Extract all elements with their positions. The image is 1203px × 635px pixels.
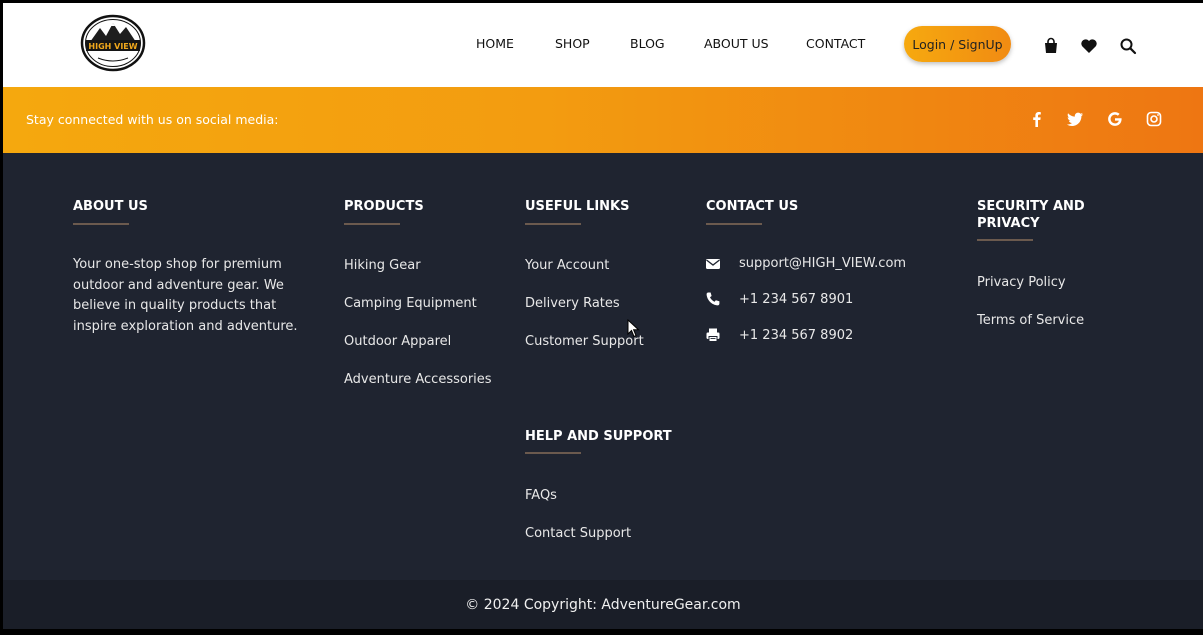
site-logo[interactable]: HIGH VIEW xyxy=(80,14,146,72)
contact-email[interactable]: support@HIGH_VIEW.com xyxy=(739,256,906,271)
security-privacy-underline xyxy=(977,239,1033,241)
link-terms-of-service[interactable]: Terms of Service xyxy=(977,313,1084,328)
products-title: PRODUCTS xyxy=(344,199,424,214)
shopping-bag-icon[interactable] xyxy=(1042,37,1060,55)
mouse-cursor-icon xyxy=(627,318,641,339)
site-header: HIGH VIEW HOME SHOP BLOG ABOUT US CONTAC… xyxy=(3,3,1203,87)
help-support-title: HELP AND SUPPORT xyxy=(525,429,672,444)
link-hiking-gear[interactable]: Hiking Gear xyxy=(344,258,421,273)
social-media-text: Stay connected with us on social media: xyxy=(26,112,279,127)
login-signup-button[interactable]: Login / SignUp xyxy=(904,26,1011,62)
copyright-text: © 2024 Copyright: AdventureGear.com xyxy=(465,597,741,613)
link-camping-equipment[interactable]: Camping Equipment xyxy=(344,296,477,311)
help-support-underline xyxy=(525,452,581,454)
link-faqs[interactable]: FAQs xyxy=(525,488,557,503)
about-us-underline xyxy=(73,223,129,225)
search-icon[interactable] xyxy=(1119,37,1137,55)
twitter-icon[interactable] xyxy=(1066,110,1084,128)
products-underline xyxy=(344,223,400,225)
svg-text:HIGH VIEW: HIGH VIEW xyxy=(88,42,137,51)
link-privacy-policy[interactable]: Privacy Policy xyxy=(977,275,1066,290)
envelope-icon xyxy=(705,256,721,272)
link-adventure-accessories[interactable]: Adventure Accessories xyxy=(344,372,492,387)
about-us-text: Your one-stop shop for premium outdoor a… xyxy=(73,257,298,334)
security-title-line1: SECURITY AND xyxy=(977,199,1085,214)
useful-links-title: USEFUL LINKS xyxy=(525,199,630,214)
nav-contact[interactable]: CONTACT xyxy=(806,36,865,51)
page-frame: HIGH VIEW HOME SHOP BLOG ABOUT US CONTAC… xyxy=(3,3,1203,629)
heart-icon[interactable] xyxy=(1080,37,1098,55)
facebook-icon[interactable] xyxy=(1028,110,1046,128)
phone-icon xyxy=(705,291,721,307)
link-delivery-rates[interactable]: Delivery Rates xyxy=(525,296,620,311)
security-title-line2: PRIVACY xyxy=(977,216,1040,231)
nav-blog[interactable]: BLOG xyxy=(630,36,665,51)
instagram-icon[interactable] xyxy=(1145,110,1163,128)
copyright-bar: © 2024 Copyright: AdventureGear.com xyxy=(3,580,1203,629)
useful-links-underline xyxy=(525,223,581,225)
link-your-account[interactable]: Your Account xyxy=(525,258,609,273)
contact-fax[interactable]: +1 234 567 8902 xyxy=(739,328,853,343)
nav-shop[interactable]: SHOP xyxy=(555,36,590,51)
link-contact-support[interactable]: Contact Support xyxy=(525,526,631,541)
link-customer-support[interactable]: Customer Support xyxy=(525,334,644,349)
printer-icon xyxy=(705,327,721,343)
about-us-title: ABOUT US xyxy=(73,199,148,214)
link-outdoor-apparel[interactable]: Outdoor Apparel xyxy=(344,334,451,349)
google-icon[interactable] xyxy=(1106,110,1124,128)
security-privacy-title: SECURITY AND PRIVACY xyxy=(977,198,1085,232)
nav-about-us[interactable]: ABOUT US xyxy=(704,36,769,51)
social-media-bar: Stay connected with us on social media: xyxy=(3,87,1203,153)
nav-home[interactable]: HOME xyxy=(476,36,514,51)
contact-us-title: CONTACT US xyxy=(706,199,799,214)
contact-us-underline xyxy=(706,223,762,225)
contact-phone[interactable]: +1 234 567 8901 xyxy=(739,292,853,307)
